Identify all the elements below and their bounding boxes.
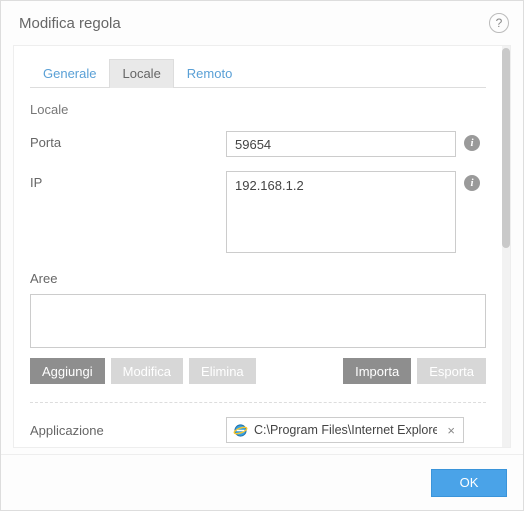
port-label: Porta — [30, 131, 226, 150]
application-path: C:\Program Files\Internet Explorer\ — [254, 423, 437, 437]
help-icon[interactable]: ? — [489, 13, 509, 33]
content-area: Generale Locale Remoto Locale Porta i IP… — [13, 45, 511, 448]
export-button: Esporta — [417, 358, 486, 384]
application-field[interactable]: C:\Program Files\Internet Explorer\ × — [226, 417, 464, 443]
application-row: Applicazione C:\Program Files\Internet E… — [30, 417, 486, 443]
tab-remote[interactable]: Remoto — [174, 59, 246, 88]
areas-button-row: Aggiungi Modifica Elimina Importa Esport… — [30, 358, 486, 384]
add-button[interactable]: Aggiungi — [30, 358, 105, 384]
modify-button: Modifica — [111, 358, 183, 384]
application-label: Applicazione — [30, 423, 226, 438]
title-bar: Modifica regola ? — [1, 1, 523, 45]
internet-explorer-icon — [233, 423, 248, 438]
port-row: Porta i — [30, 131, 486, 157]
ip-row: IP 192.168.1.2 i — [30, 171, 486, 253]
tab-local[interactable]: Locale — [109, 59, 173, 88]
tab-strip: Generale Locale Remoto — [30, 58, 486, 88]
areas-label: Aree — [30, 271, 486, 286]
import-button[interactable]: Importa — [343, 358, 411, 384]
delete-button: Elimina — [189, 358, 256, 384]
dialog-footer: OK — [1, 454, 523, 510]
tab-general[interactable]: Generale — [30, 59, 109, 88]
vertical-scrollbar[interactable] — [502, 46, 510, 447]
section-title: Locale — [30, 102, 486, 117]
areas-listbox[interactable] — [30, 294, 486, 348]
window-title: Modifica regola — [19, 15, 121, 32]
info-icon[interactable]: i — [464, 175, 480, 191]
clear-icon[interactable]: × — [443, 423, 459, 438]
ip-label: IP — [30, 171, 226, 190]
ok-button[interactable]: OK — [431, 469, 507, 497]
scrollbar-thumb[interactable] — [502, 48, 510, 248]
info-icon[interactable]: i — [464, 135, 480, 151]
divider — [30, 402, 486, 403]
port-input[interactable] — [226, 131, 456, 157]
dialog-window: Modifica regola ? Generale Locale Remoto… — [0, 0, 524, 511]
ip-input[interactable]: 192.168.1.2 — [226, 171, 456, 253]
